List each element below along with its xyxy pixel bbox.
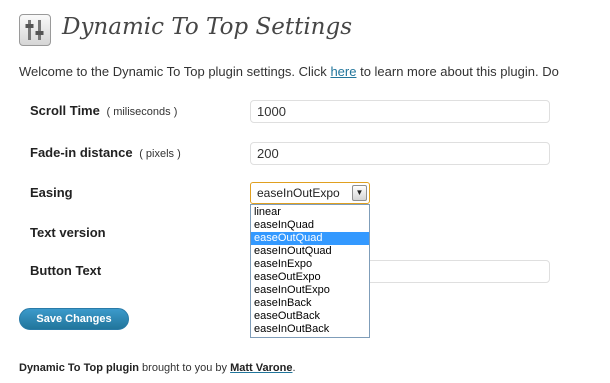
dropdown-arrow-icon[interactable]: ▼: [352, 185, 367, 201]
footer-end: .: [292, 362, 296, 374]
easing-option[interactable]: linear: [251, 206, 369, 219]
easing-select-value: easeInOutExpo: [257, 186, 340, 200]
fade-distance-label: Fade-in distance ( pixels ): [30, 145, 181, 160]
easing-option[interactable]: easeOutBack: [251, 310, 369, 323]
intro-link[interactable]: here: [330, 64, 356, 79]
fade-distance-label-text: Fade-in distance: [30, 145, 133, 160]
button-text-label: Button Text: [30, 263, 102, 278]
intro-text: Welcome to the Dynamic To Top plugin set…: [19, 64, 559, 79]
author-link[interactable]: Matt Varone: [230, 362, 292, 374]
easing-option[interactable]: easeOutExpo: [251, 271, 369, 284]
page-title: Dynamic To Top Settings: [62, 14, 353, 40]
footer-credit: Dynamic To Top plugin brought to you by …: [19, 362, 296, 374]
easing-option[interactable]: easeInOutBack: [251, 323, 369, 336]
text-version-label: Text version: [30, 225, 106, 240]
fade-distance-input[interactable]: [250, 142, 550, 165]
intro-text-before: Welcome to the Dynamic To Top plugin set…: [19, 64, 331, 79]
fade-distance-unit: ( pixels ): [139, 148, 181, 160]
easing-option[interactable]: easeOutQuad: [251, 232, 369, 245]
easing-option[interactable]: easeInQuad: [251, 219, 369, 232]
intro-text-after: to learn more about this plugin. Do: [356, 64, 559, 79]
scroll-time-input[interactable]: [250, 100, 550, 123]
footer-plugin-name: Dynamic To Top plugin: [19, 362, 139, 374]
footer-middle-text: brought to you by: [138, 362, 231, 374]
easing-label: Easing: [30, 185, 73, 200]
scroll-time-label-text: Scroll Time: [30, 103, 100, 118]
settings-sliders-icon: [19, 14, 51, 46]
easing-option[interactable]: easeInOutExpo: [251, 284, 369, 297]
easing-option[interactable]: easeInExpo: [251, 258, 369, 271]
easing-dropdown-list: linear easeInQuad easeOutQuad easeInOutQuad…: [250, 204, 370, 338]
easing-option[interactable]: easeInOutQuad: [251, 245, 369, 258]
save-changes-button[interactable]: Save Changes: [19, 308, 129, 330]
scroll-time-label: Scroll Time ( miliseconds ): [30, 103, 177, 118]
author-name: Matt Varone: [230, 362, 293, 374]
easing-select[interactable]: easeInOutExpo ▼: [250, 182, 370, 204]
scroll-time-unit: ( miliseconds ): [106, 106, 178, 118]
easing-option[interactable]: easeInBack: [251, 297, 369, 310]
